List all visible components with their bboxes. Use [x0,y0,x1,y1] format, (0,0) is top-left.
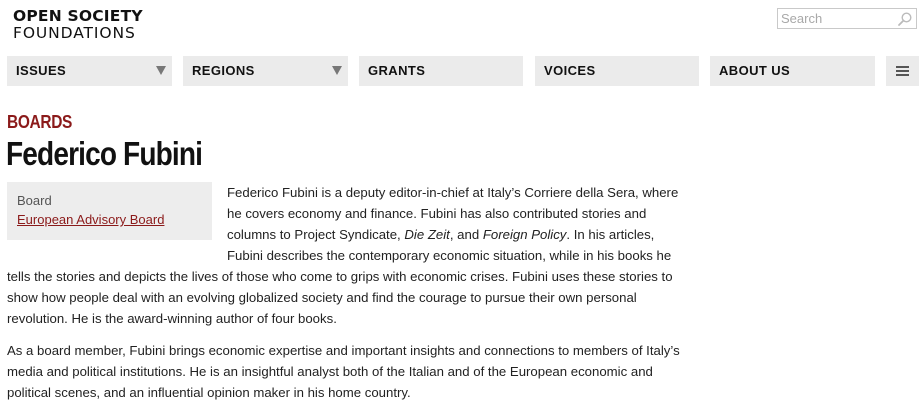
logo-line-2: FOUNDATIONS [13,24,136,42]
nav-item-label: ISSUES [16,63,67,78]
nav-item-about-us[interactable]: ABOUT US [710,56,875,86]
nav-item-label: GRANTS [368,63,426,78]
publication-name: Die Zeit [404,227,450,242]
search-input[interactable] [778,9,893,28]
site-logo[interactable]: OPEN SOCIETY FOUNDATIONS [13,8,143,42]
nav-item-grants[interactable]: GRANTS [359,56,523,86]
search-box [777,8,917,29]
board-label: Board [17,193,52,208]
nav-item-issues[interactable]: ISSUES [7,56,172,86]
board-info-box: Board European Advisory Board [7,182,212,240]
bio-paragraph: As a board member, Fubini brings economi… [7,343,680,400]
logo-line-1: OPEN SOCIETY [13,7,143,25]
magnifier-icon[interactable] [897,11,913,27]
nav-item-label: VOICES [544,63,596,78]
chevron-down-icon [332,66,342,75]
board-link[interactable]: European Advisory Board [17,209,202,231]
section-label[interactable]: BOARDS [7,112,72,133]
hamburger-icon[interactable] [886,56,919,86]
publication-name: Foreign Policy [482,227,567,242]
chevron-down-icon [156,66,166,75]
nav-item-label: ABOUT US [719,63,791,78]
nav-item-label: REGIONS [192,63,255,78]
page-title: Federico Fubini [6,135,203,172]
main-nav: ISSUES REGIONS GRANTS VOICES ABOUT US [0,56,924,86]
nav-item-regions[interactable]: REGIONS [183,56,348,86]
nav-item-voices[interactable]: VOICES [535,56,699,86]
